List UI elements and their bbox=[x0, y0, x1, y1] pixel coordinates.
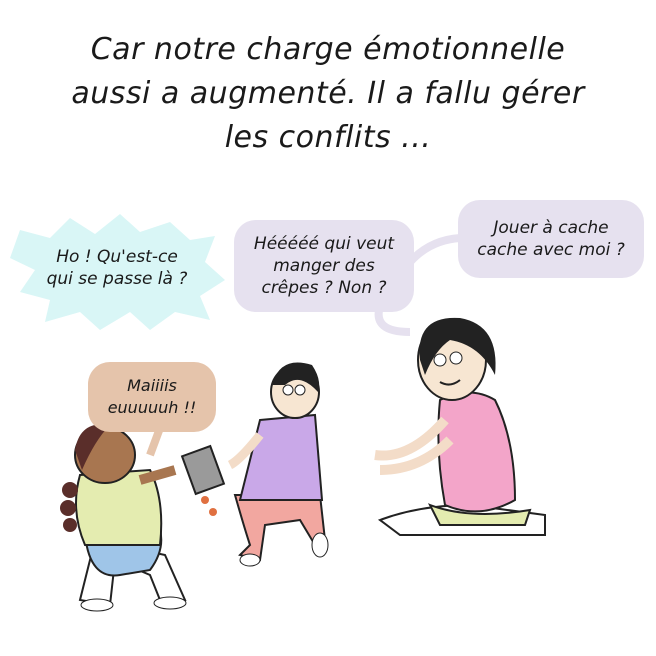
bubble-line: Maiiiis bbox=[127, 376, 177, 395]
bubble-line: cache avec moi ? bbox=[477, 240, 625, 260]
robot-toy bbox=[180, 444, 226, 516]
bubble-tail bbox=[407, 234, 461, 265]
bubble-line: Ho ! Qu'est-ce bbox=[56, 247, 178, 267]
crepes-speech-bubble: Hééééé qui veut manger des crêpes ? Non … bbox=[234, 220, 414, 312]
bubble-line: euuuuuh !! bbox=[107, 398, 197, 417]
bubble-line: Jouer à cache bbox=[493, 218, 609, 238]
illustration bbox=[10, 214, 546, 612]
bubble-line: crêpes ? Non ? bbox=[261, 278, 387, 298]
bubble-line: qui se passe là ? bbox=[46, 269, 188, 289]
boy-figure bbox=[227, 362, 329, 567]
girl-speech-bubble: Maiiiis euuuuuh !! bbox=[88, 362, 216, 432]
hide-seek-speech-bubble: Jouer à cache cache avec moi ? bbox=[458, 200, 644, 278]
bubble-line: manger des bbox=[273, 256, 375, 276]
exclaim-speech-bubble: Ho ! Qu'est-ce qui se passe là ? bbox=[22, 222, 212, 314]
bubble-line: Hééééé qui veut bbox=[253, 234, 395, 254]
bubble-tail bbox=[146, 426, 164, 457]
woman-figure bbox=[374, 317, 546, 536]
girl-figure bbox=[60, 424, 187, 612]
